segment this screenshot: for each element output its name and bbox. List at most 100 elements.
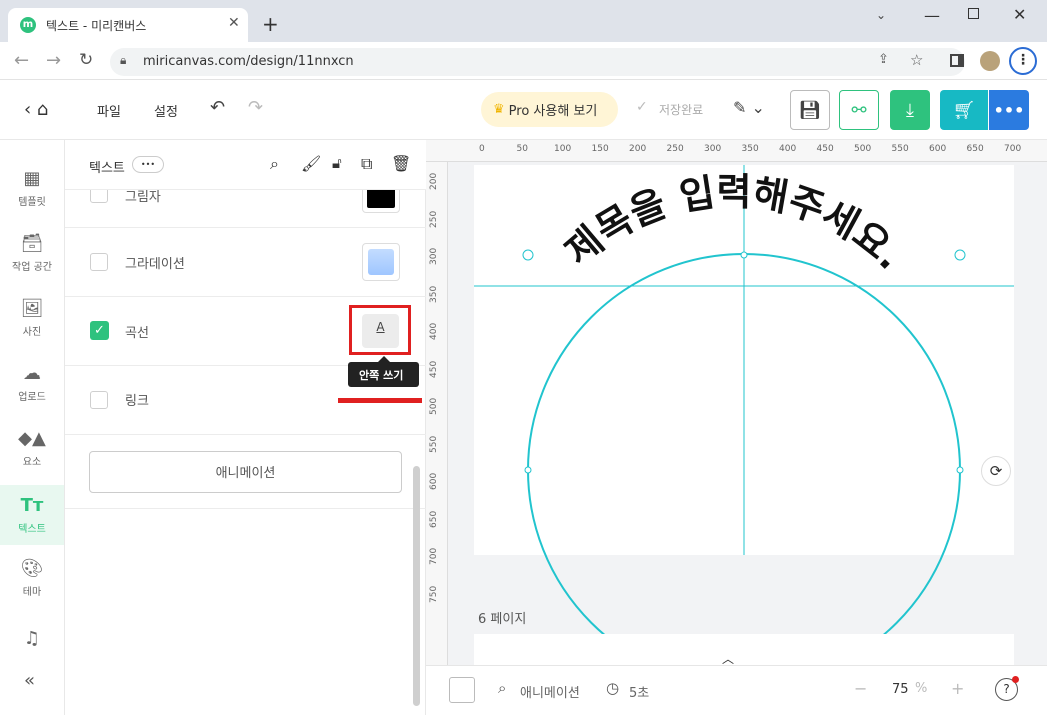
tab-title: 텍스트 - 미리캔버스 bbox=[46, 19, 147, 33]
curve-text-icon: A bbox=[376, 320, 385, 334]
nav-label: 작업 공간 bbox=[12, 262, 52, 273]
browser-tab[interactable]: m 텍스트 - 미리캔버스 ✕ bbox=[8, 8, 248, 42]
nav-label: 테마 bbox=[22, 587, 42, 598]
browser-menu-icon[interactable]: ⋮ bbox=[1009, 47, 1037, 75]
resize-handle-left[interactable] bbox=[524, 466, 532, 474]
nav-label: 템플릿 bbox=[18, 197, 46, 208]
settings-menu[interactable]: 설정 bbox=[154, 101, 178, 120]
shapes-icon: ◆▲ bbox=[18, 428, 46, 449]
reload-icon[interactable]: ↻ bbox=[79, 50, 93, 70]
back-icon[interactable]: ← bbox=[14, 50, 29, 71]
animation-icon: ⌕ bbox=[498, 679, 507, 697]
zoom-value[interactable]: 75 bbox=[892, 682, 909, 697]
nav-elements[interactable]: ◆▲ 요소 bbox=[0, 418, 64, 478]
image-icon: 🖼︎ bbox=[20, 298, 44, 319]
pen-icon[interactable]: ✎ ⌄ bbox=[733, 98, 765, 117]
nav-text[interactable]: Tт 텍스트 bbox=[0, 485, 64, 545]
tab-close-icon[interactable]: ✕ bbox=[228, 15, 240, 31]
gradient-checkbox[interactable] bbox=[90, 253, 108, 271]
nav-music[interactable]: ♫ bbox=[0, 610, 64, 670]
nav-upload[interactable]: ☁ 업로드 bbox=[0, 353, 64, 413]
duplicate-icon[interactable]: ⧉ bbox=[361, 154, 372, 174]
animation-button[interactable]: 애니메이션 bbox=[89, 451, 402, 493]
lock-icon: 🔒︎ bbox=[120, 53, 127, 67]
style-copy-icon[interactable]: ⌕ bbox=[270, 154, 279, 174]
resize-handle-right[interactable] bbox=[956, 466, 964, 474]
new-tab-button[interactable]: + bbox=[262, 12, 279, 36]
page-label: 6 페이지 bbox=[478, 612, 527, 627]
maximize-button[interactable] bbox=[968, 8, 979, 19]
panel-divider bbox=[65, 508, 426, 509]
back-home-button[interactable]: ‹ ⌂ bbox=[24, 99, 48, 120]
zoom-in-button[interactable]: + bbox=[951, 679, 964, 698]
nav-label: 요소 bbox=[22, 457, 42, 468]
gradient-color-fill bbox=[368, 249, 394, 275]
tooltip: 안쪽 쓰기 bbox=[348, 362, 419, 387]
link-checkbox[interactable] bbox=[90, 391, 108, 409]
panel-title: 텍스트 bbox=[89, 161, 125, 176]
url-text: miricanvas.com/design/11nnxcn bbox=[143, 54, 354, 69]
panel-header-mask: 텍스트 ••• ⌕ 🖌︎ 🔓︎ ⧉ 🗑︎ bbox=[65, 140, 426, 190]
download-button[interactable]: ⤓ bbox=[890, 90, 930, 130]
forward-icon[interactable]: → bbox=[46, 50, 61, 71]
nav-workspace[interactable]: 🗃︎ 작업 공간 bbox=[0, 223, 64, 283]
duration-label[interactable]: 5초 bbox=[629, 682, 649, 701]
cart-button[interactable]: 🛒︎ bbox=[940, 90, 988, 130]
undo-icon[interactable]: ↶ bbox=[210, 97, 225, 118]
nav-photos[interactable]: 🖼︎ 사진 bbox=[0, 288, 64, 348]
trash-icon[interactable]: 🗑︎ bbox=[391, 154, 411, 173]
download-icon: ⤓ bbox=[906, 99, 914, 121]
bottom-animation-label[interactable]: 애니메이션 bbox=[520, 682, 580, 701]
paint-roller-icon[interactable]: 🖌︎ bbox=[301, 154, 321, 173]
crown-icon: ♛ bbox=[493, 102, 505, 117]
nav-label: 텍스트 bbox=[18, 524, 46, 535]
panel-more-button[interactable]: ••• bbox=[132, 156, 164, 173]
notification-dot bbox=[1012, 676, 1019, 683]
panel-scrollbar[interactable] bbox=[413, 466, 420, 706]
unlock-icon[interactable]: 🔓︎ bbox=[332, 154, 342, 172]
tab-search-icon[interactable]: ⌄ bbox=[876, 8, 886, 22]
music-note-icon: ♫ bbox=[23, 627, 41, 649]
redo-icon[interactable]: ↷ bbox=[248, 97, 263, 118]
cart-icon: 🛒︎ bbox=[952, 99, 976, 121]
rotate-handle[interactable]: ⟳ bbox=[981, 456, 1011, 486]
nav-templates[interactable]: ▦ 템플릿 bbox=[0, 158, 64, 218]
property-panel: 텍스트 ••• ⌕ 🖌︎ 🔓︎ ⧉ 🗑︎ 그림자 텍스트 ••• ⌕ 🖌︎ 🔓︎… bbox=[65, 140, 426, 715]
profile-avatar[interactable] bbox=[980, 51, 1000, 71]
zoom-out-button[interactable]: − bbox=[854, 679, 867, 698]
page-thumbnail-button[interactable] bbox=[449, 677, 475, 703]
save-disk-icon: 💾︎ bbox=[798, 99, 822, 121]
save-button[interactable]: 💾︎ bbox=[790, 90, 830, 130]
url-field[interactable]: 🔒︎ miricanvas.com/design/11nnxcn ⇪ ☆ bbox=[110, 48, 965, 76]
nav-theme[interactable]: 🎨︎ 테마 bbox=[0, 548, 64, 608]
share-icon[interactable]: ⇪ bbox=[878, 52, 889, 67]
curve-label: 곡선 bbox=[125, 326, 149, 341]
nav-label: 사진 bbox=[22, 327, 42, 338]
curve-checkbox[interactable]: ✓ bbox=[90, 321, 109, 340]
share-nodes-icon: ⚯ bbox=[851, 99, 867, 121]
sidebar-toggle-icon[interactable] bbox=[950, 54, 964, 67]
more-dots-icon: ••• bbox=[993, 100, 1025, 120]
gradient-color-swatch[interactable] bbox=[362, 243, 400, 281]
resize-handle-top[interactable] bbox=[740, 251, 748, 259]
nav-label: 업로드 bbox=[18, 392, 46, 403]
left-navigation: ▦ 템플릿 🗃︎ 작업 공간 🖼︎ 사진 ☁ 업로드 ◆▲ 요소 Tт 텍스트 🎨︎ 테마 ♫… bbox=[0, 140, 65, 715]
bookmark-star-icon[interactable]: ☆ bbox=[910, 51, 923, 69]
template-icon: ▦ bbox=[23, 168, 41, 189]
resize-handle-top-right[interactable] bbox=[954, 249, 966, 261]
pro-trial-button[interactable]: ♛ Pro 사용해 보기 bbox=[481, 92, 618, 127]
close-window-button[interactable]: ✕ bbox=[1013, 5, 1026, 24]
resize-handle-top-left[interactable] bbox=[522, 249, 534, 261]
history-clock-icon: ◷ bbox=[606, 679, 620, 697]
collapse-sidebar-icon[interactable]: « bbox=[24, 670, 35, 691]
saved-status: 저장완료 bbox=[659, 103, 704, 117]
share-button[interactable]: ⚯ bbox=[839, 90, 879, 130]
miricanvas-favicon: m bbox=[20, 17, 36, 33]
minimize-button[interactable]: — bbox=[924, 6, 940, 25]
red-underline-annotation bbox=[338, 398, 422, 403]
file-menu[interactable]: 파일 bbox=[97, 101, 121, 120]
curved-title-text[interactable]: 제목을 입력해주세요. bbox=[557, 170, 912, 278]
inner-writing-button[interactable]: A bbox=[362, 314, 399, 348]
text-icon: Tт bbox=[20, 495, 44, 516]
more-actions-button[interactable]: ••• bbox=[989, 90, 1029, 130]
